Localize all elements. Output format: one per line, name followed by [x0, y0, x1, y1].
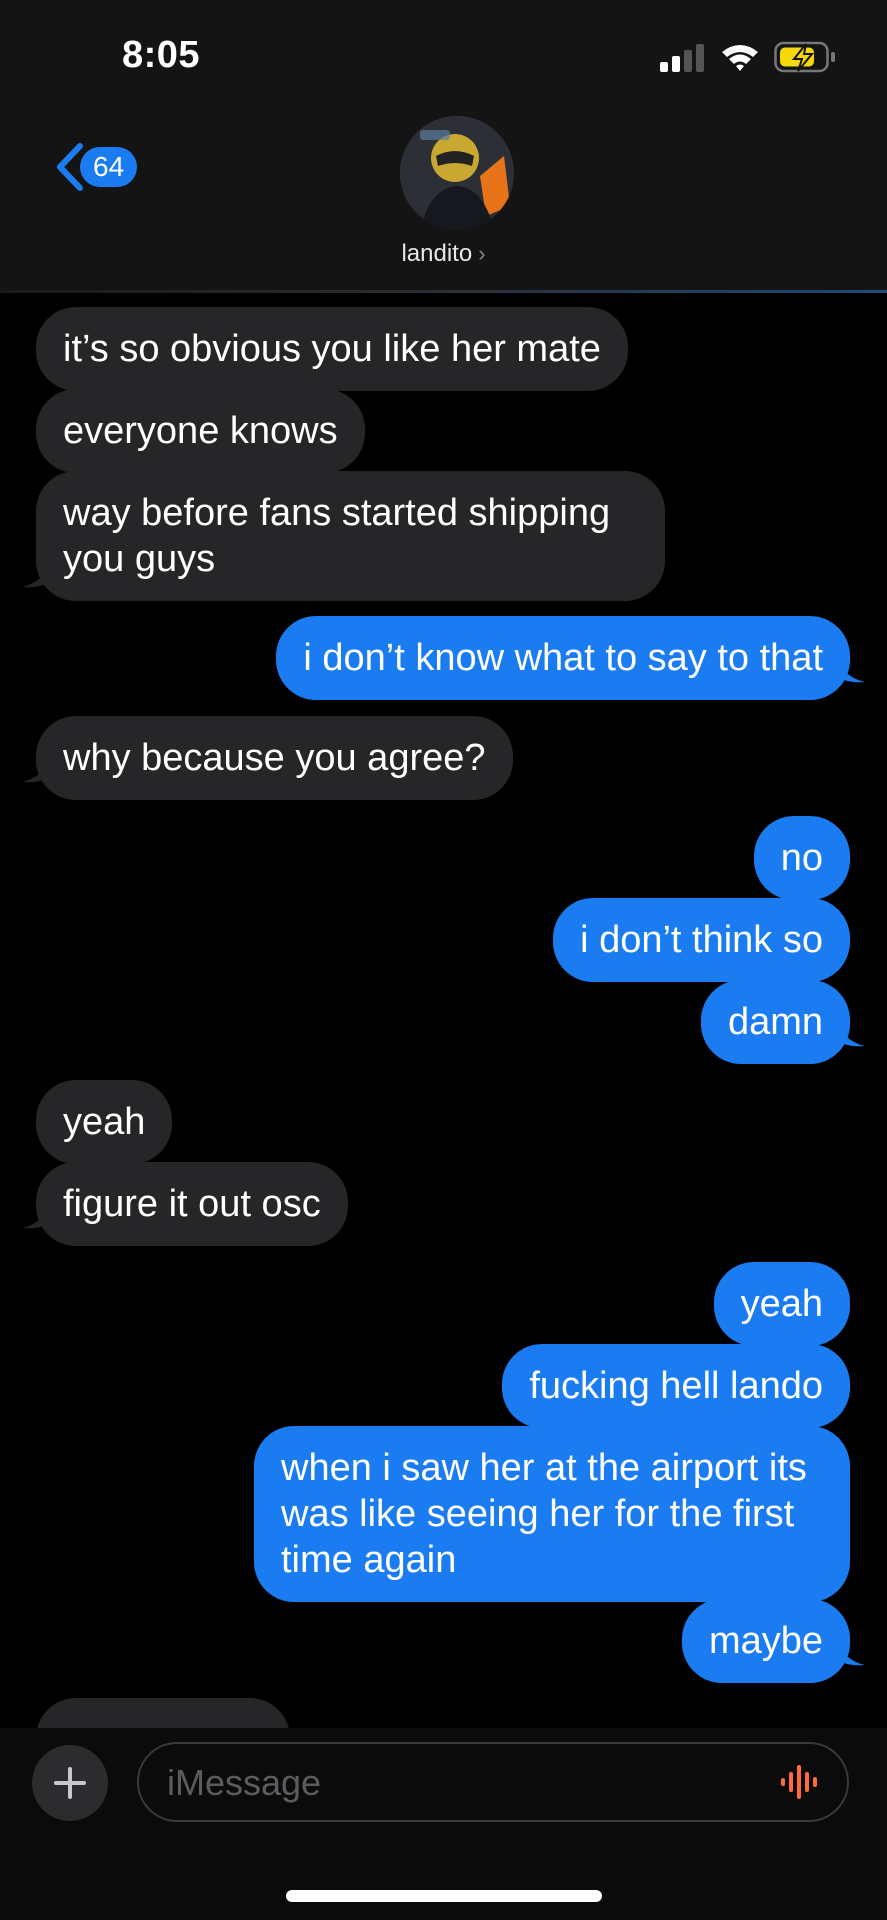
message-bubble-outgoing[interactable]: no	[753, 816, 850, 900]
message-input[interactable]: iMessage	[137, 1742, 849, 1822]
back-button[interactable]: 64	[52, 142, 138, 192]
message-bubble-incoming[interactable]: why because you agree?	[36, 716, 513, 800]
contact-avatar[interactable]	[400, 116, 514, 230]
bubble-tail	[22, 1196, 56, 1229]
bubble-tail	[831, 650, 865, 683]
bubble-tail	[22, 750, 56, 783]
wifi-icon	[722, 45, 758, 71]
message-bubble-outgoing[interactable]: when i saw her at the airport its was li…	[254, 1426, 850, 1602]
message-bubble-outgoing[interactable]: maybe	[681, 1599, 850, 1683]
audio-waveform-icon[interactable]	[779, 1762, 823, 1802]
message-bubble-incoming-partial[interactable]	[36, 1698, 290, 1728]
message-bubble-outgoing[interactable]: damn	[700, 980, 850, 1064]
bubble-tail	[831, 1014, 865, 1047]
message-bubble-outgoing[interactable]: i don’t think so	[553, 898, 850, 982]
message-bubble-incoming[interactable]: figure it out osc	[36, 1162, 348, 1246]
conversation-header: 64 landito ›	[0, 110, 887, 292]
status-bar: 8:05	[0, 0, 887, 110]
message-bubble-outgoing[interactable]: yeah	[713, 1262, 850, 1346]
cellular-signal-icon	[660, 44, 704, 72]
add-attachment-button[interactable]	[32, 1745, 108, 1821]
plus-icon	[54, 1767, 86, 1799]
message-bubble-incoming[interactable]: it’s so obvious you like her mate	[36, 307, 628, 391]
unread-count-badge: 64	[80, 147, 138, 187]
message-list[interactable]: it’s so obvious you like her mate everyo…	[0, 293, 887, 1728]
message-input-placeholder: iMessage	[167, 1762, 322, 1803]
message-bubble-incoming[interactable]: way before fans started shipping you guy…	[36, 471, 665, 601]
message-bubble-incoming[interactable]: yeah	[36, 1080, 173, 1164]
message-bubble-incoming[interactable]: everyone knows	[36, 389, 365, 473]
contact-name[interactable]: landito ›	[0, 240, 887, 268]
message-bubble-outgoing[interactable]: fucking hell lando	[502, 1344, 850, 1428]
battery-charging-icon	[774, 41, 835, 73]
bubble-tail	[831, 1633, 865, 1666]
status-time: 8:05	[122, 34, 201, 76]
home-indicator[interactable]	[286, 1890, 602, 1902]
contact-name-label: landito	[401, 240, 473, 267]
avatar-image	[400, 116, 514, 230]
bubble-tail	[22, 555, 56, 588]
chevron-right-icon: ›	[478, 241, 486, 266]
message-bubble-outgoing[interactable]: i don’t know what to say to that	[276, 616, 850, 700]
